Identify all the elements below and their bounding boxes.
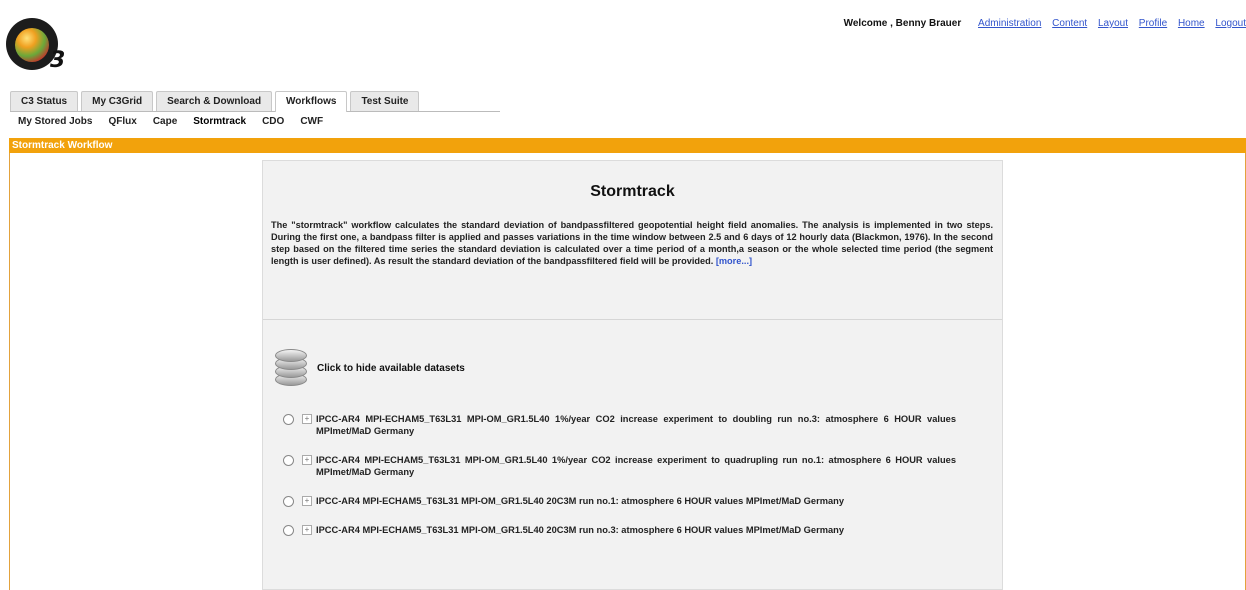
expand-icon[interactable]: + xyxy=(302,414,312,424)
link-layout[interactable]: Layout xyxy=(1098,18,1128,29)
main-tabs: C3 Status My C3Grid Search & Download Wo… xyxy=(10,90,500,112)
more-link[interactable]: [more...] xyxy=(716,256,752,266)
workflow-subtabs: My Stored Jobs QFlux Cape Stormtrack CDO… xyxy=(18,116,323,127)
link-content[interactable]: Content xyxy=(1052,18,1087,29)
logo-text: 3 xyxy=(50,48,66,73)
dataset-label: IPCC-AR4 MPI-ECHAM5_T63L31 MPI-OM_GR1.5L… xyxy=(316,455,956,477)
dataset-radio[interactable] xyxy=(283,414,294,425)
dataset-label: IPCC-AR4 MPI-ECHAM5_T63L31 MPI-OM_GR1.5L… xyxy=(316,414,956,436)
tab-search-download[interactable]: Search & Download xyxy=(156,91,273,111)
page-title: Stormtrack xyxy=(590,183,675,200)
database-disc xyxy=(275,349,307,362)
expand-icon[interactable]: + xyxy=(302,455,312,465)
link-profile[interactable]: Profile xyxy=(1139,18,1167,29)
workflow-intro: Stormtrack The "stormtrack" workflow cal… xyxy=(263,161,1002,320)
tab-my-c3grid[interactable]: My C3Grid xyxy=(81,91,154,111)
subtab-cwf[interactable]: CWF xyxy=(300,116,323,127)
dataset-label: IPCC-AR4 MPI-ECHAM5_T63L31 MPI-OM_GR1.5L… xyxy=(316,496,844,506)
toggle-datasets-button[interactable]: Click to hide available datasets xyxy=(273,349,465,387)
dataset-list: + IPCC-AR4 MPI-ECHAM5_T63L31 MPI-OM_GR1.… xyxy=(283,413,983,553)
expand-icon[interactable]: + xyxy=(302,496,312,506)
link-logout[interactable]: Logout xyxy=(1215,18,1246,29)
dataset-label: IPCC-AR4 MPI-ECHAM5_T63L31 MPI-OM_GR1.5L… xyxy=(316,525,844,535)
subtab-qflux[interactable]: QFlux xyxy=(108,116,136,127)
subtab-my-stored-jobs[interactable]: My Stored Jobs xyxy=(18,116,92,127)
list-item: + IPCC-AR4 MPI-ECHAM5_T63L31 MPI-OM_GR1.… xyxy=(283,454,983,478)
toggle-datasets-label: Click to hide available datasets xyxy=(317,362,465,374)
globe-icon xyxy=(15,28,49,62)
tab-test-suite[interactable]: Test Suite xyxy=(350,91,420,111)
subtab-cdo[interactable]: CDO xyxy=(262,116,284,127)
list-item: + IPCC-AR4 MPI-ECHAM5_T63L31 MPI-OM_GR1.… xyxy=(283,413,983,437)
tab-c3-status[interactable]: C3 Status xyxy=(10,91,79,111)
section-title-bar: Stormtrack Workflow xyxy=(9,138,1246,153)
list-item: + IPCC-AR4 MPI-ECHAM5_T63L31 MPI-OM_GR1.… xyxy=(283,495,983,507)
tab-workflows[interactable]: Workflows xyxy=(275,91,348,112)
dataset-radio[interactable] xyxy=(283,496,294,507)
dataset-radio[interactable] xyxy=(283,525,294,536)
c3-logo[interactable]: 3 xyxy=(6,18,66,76)
link-administration[interactable]: Administration xyxy=(978,18,1041,29)
workflow-description: The "stormtrack" workflow calculates the… xyxy=(271,219,993,267)
user-bar: Welcome , Benny Brauer Administration Co… xyxy=(844,18,1246,29)
database-icon xyxy=(273,349,309,387)
description-text: The "stormtrack" workflow calculates the… xyxy=(271,220,993,266)
expand-icon[interactable]: + xyxy=(302,525,312,535)
list-item: + IPCC-AR4 MPI-ECHAM5_T63L31 MPI-OM_GR1.… xyxy=(283,524,983,536)
subtab-stormtrack[interactable]: Stormtrack xyxy=(193,116,246,127)
link-home[interactable]: Home xyxy=(1178,18,1205,29)
welcome-text: Welcome , Benny Brauer xyxy=(843,18,962,29)
workflow-panel: Stormtrack The "stormtrack" workflow cal… xyxy=(262,160,1003,590)
subtab-cape[interactable]: Cape xyxy=(153,116,177,127)
dataset-radio[interactable] xyxy=(283,455,294,466)
